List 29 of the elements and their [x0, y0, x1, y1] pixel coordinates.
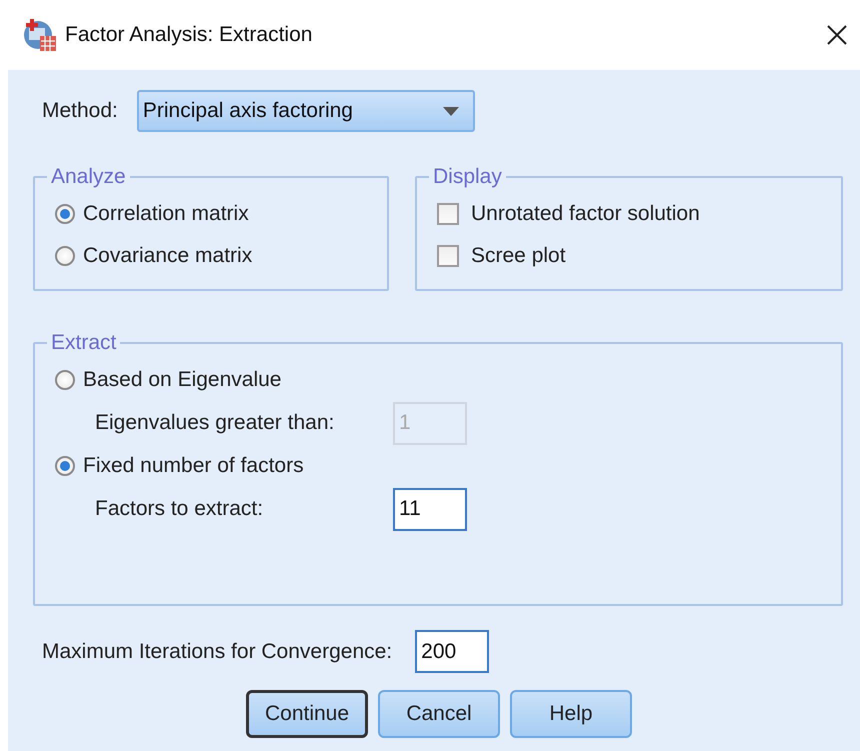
iterations-field[interactable]: 200 [415, 630, 490, 673]
dialog-button[interactable]: Continue [246, 690, 368, 738]
radio-button[interactable] [55, 370, 75, 390]
field-label: Maximum Iterations for Convergence: [42, 640, 392, 664]
radio-button[interactable] [55, 246, 75, 266]
checkbox[interactable] [437, 245, 459, 267]
group-title: Analyze [50, 165, 127, 189]
radio-label: Based on Eigenvalue [83, 368, 282, 392]
close-icon[interactable] [826, 24, 848, 46]
field-label: Eigenvalues greater than: [95, 411, 336, 435]
field-label: Factors to extract: [95, 497, 264, 521]
window-title: Factor Analysis: Extraction [65, 23, 314, 47]
checkbox[interactable] [437, 203, 459, 225]
method-label: Method: [42, 99, 118, 123]
checkbox-label: Unrotated factor solution [471, 202, 700, 226]
radio-label: Fixed number of factors [83, 454, 304, 478]
number-field[interactable]: 11 [393, 488, 467, 530]
group-title: Extract [50, 331, 118, 355]
checkbox-label: Scree plot [471, 244, 566, 268]
dialog-button[interactable]: Cancel [378, 690, 500, 738]
group-title: Display [432, 165, 503, 189]
app-icon [23, 18, 57, 52]
caret-icon [442, 106, 459, 116]
radio-label: Covariance matrix [83, 244, 252, 268]
radio-button[interactable] [55, 204, 75, 224]
method-dropdown[interactable]: Principal axis factoring [136, 90, 475, 132]
radio-button[interactable] [55, 456, 75, 476]
radio-label: Correlation matrix [83, 202, 249, 226]
dialog-button[interactable]: Help [510, 690, 632, 738]
